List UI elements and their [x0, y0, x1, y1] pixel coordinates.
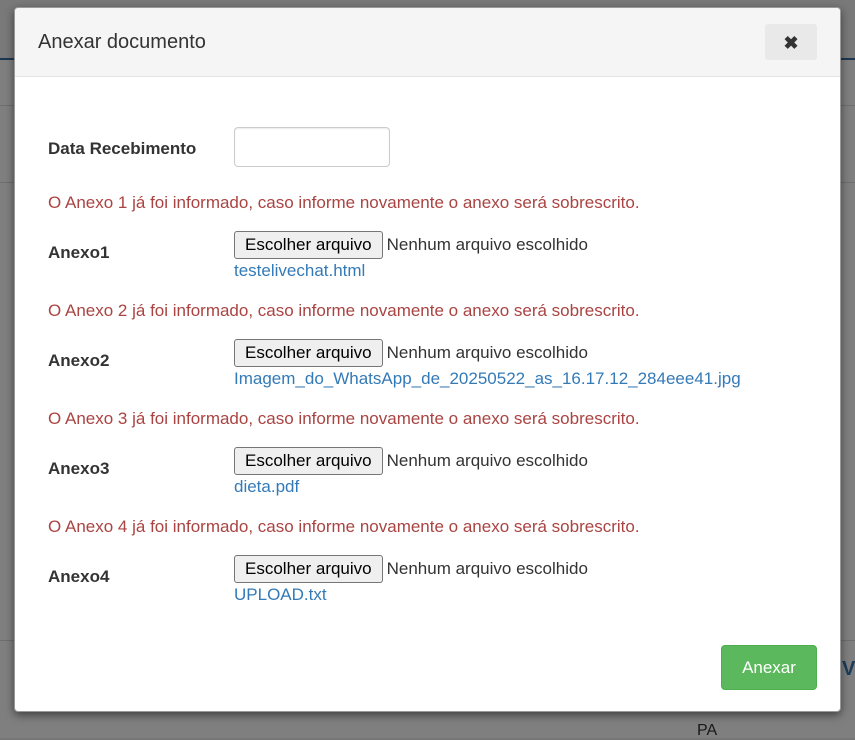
- attachment-1-warning: O Anexo 1 já foi informado, caso informe…: [48, 193, 640, 212]
- close-button[interactable]: ✖: [765, 24, 817, 60]
- modal-header: Anexar documento ✖: [15, 8, 840, 77]
- attach-document-modal: Anexar documento ✖ Data Recebimento O An…: [14, 7, 841, 712]
- attachment-1-label: Anexo1: [48, 243, 110, 262]
- attachment-4-warning: O Anexo 4 já foi informado, caso informe…: [48, 517, 640, 536]
- attach-submit-button[interactable]: Anexar: [721, 645, 817, 690]
- attachment-2-label: Anexo2: [48, 351, 110, 370]
- attachment-3-file-link[interactable]: dieta.pdf: [234, 477, 299, 497]
- attachment-3-file-input[interactable]: Escolher arquivo Nenhum arquivo escolhido: [234, 447, 588, 475]
- choose-file-button[interactable]: Escolher arquivo: [234, 231, 383, 259]
- choose-file-button[interactable]: Escolher arquivo: [234, 447, 383, 475]
- attachment-4-label: Anexo4: [48, 567, 110, 586]
- attachment-4-file-link[interactable]: UPLOAD.txt: [234, 585, 327, 605]
- attachment-2-file-link[interactable]: Imagem_do_WhatsApp_de_20250522_as_16.17.…: [234, 369, 741, 389]
- attachment-3-warning: O Anexo 3 já foi informado, caso informe…: [48, 409, 640, 428]
- attachment-3-label: Anexo3: [48, 459, 110, 478]
- attachment-2-warning: O Anexo 2 já foi informado, caso informe…: [48, 301, 640, 320]
- file-status-text: Nenhum arquivo escolhido: [386, 451, 588, 470]
- file-status-text: Nenhum arquivo escolhido: [386, 343, 588, 362]
- attachment-4-row: Anexo4 Escolher arquivo Nenhum arquivo es…: [48, 555, 808, 607]
- attachment-2-file-input[interactable]: Escolher arquivo Nenhum arquivo escolhido: [234, 339, 588, 367]
- attachment-2-row: Anexo2 Escolher arquivo Nenhum arquivo es…: [48, 339, 808, 391]
- file-status-text: Nenhum arquivo escolhido: [386, 559, 588, 578]
- choose-file-button[interactable]: Escolher arquivo: [234, 339, 383, 367]
- date-received-input[interactable]: [234, 127, 390, 167]
- modal-footer: Anexar: [15, 621, 840, 711]
- date-received-label: Data Recebimento: [48, 139, 197, 158]
- modal-title: Anexar documento: [38, 31, 206, 53]
- attachment-1-file-link[interactable]: testelivechat.html: [234, 261, 365, 281]
- choose-file-button[interactable]: Escolher arquivo: [234, 555, 383, 583]
- file-status-text: Nenhum arquivo escolhido: [386, 235, 588, 254]
- attachment-1-file-input[interactable]: Escolher arquivo Nenhum arquivo escolhido: [234, 231, 588, 259]
- attachment-3-row: Anexo3 Escolher arquivo Nenhum arquivo es…: [48, 447, 808, 499]
- date-received-row: Data Recebimento: [48, 127, 808, 169]
- attachment-4-file-input[interactable]: Escolher arquivo Nenhum arquivo escolhido: [234, 555, 588, 583]
- attachment-1-row: Anexo1 Escolher arquivo Nenhum arquivo es…: [48, 231, 808, 283]
